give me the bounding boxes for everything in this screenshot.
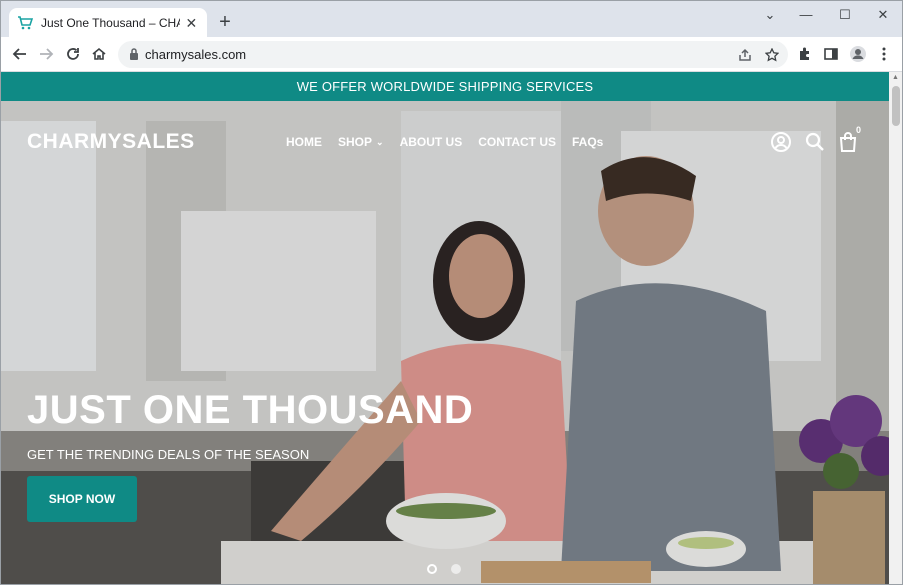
nav-shop[interactable]: SHOP ⌄: [338, 135, 384, 149]
browser-toolbar: charmysales.com: [1, 37, 902, 72]
url-text[interactable]: charmysales.com: [145, 47, 246, 62]
tab-strip: Just One Thousand – CHARMYSALES ✕ + ⌄ — …: [1, 1, 902, 37]
web-page: WE OFFER WORLDWIDE SHIPPING SERVICES CHA…: [1, 72, 889, 584]
browser-window: Just One Thousand – CHARMYSALES ✕ + ⌄ — …: [0, 0, 903, 585]
reload-icon[interactable]: [61, 42, 85, 66]
nav-home[interactable]: HOME: [286, 135, 322, 149]
main-nav: HOME SHOP ⌄ ABOUT US CONTACT US FAQs: [286, 135, 603, 149]
tab-close-icon[interactable]: ✕: [184, 15, 199, 31]
forward-icon[interactable]: [34, 42, 58, 66]
extensions-icon[interactable]: [793, 42, 817, 66]
tab-title: Just One Thousand – CHARMYSALES: [41, 15, 180, 30]
minimize-button[interactable]: —: [791, 5, 821, 25]
side-panel-icon[interactable]: [819, 42, 843, 66]
slider-dots: [427, 564, 461, 574]
cart-count-badge: 0: [856, 125, 862, 135]
site-logo[interactable]: CHARMYSALES: [27, 130, 195, 154]
slide-dot-1[interactable]: [427, 564, 437, 574]
nav-about[interactable]: ABOUT US: [400, 135, 463, 149]
account-icon[interactable]: [770, 131, 792, 153]
close-window-button[interactable]: ✕: [868, 5, 898, 25]
announcement-bar: WE OFFER WORLDWIDE SHIPPING SERVICES: [1, 72, 889, 101]
hero-banner: CHARMYSALES HOME SHOP ⌄ ABOUT US CONTACT …: [1, 101, 889, 584]
share-icon[interactable]: [735, 45, 755, 65]
browser-menu-icon[interactable]: [872, 42, 896, 66]
scroll-up-arrow-icon[interactable]: ▲: [892, 74, 899, 81]
profile-icon[interactable]: [846, 42, 870, 66]
nav-contact[interactable]: CONTACT US: [478, 135, 556, 149]
address-bar[interactable]: charmysales.com: [118, 41, 788, 68]
shop-now-button[interactable]: SHOP NOW: [27, 476, 137, 522]
slide-dot-2[interactable]: [451, 564, 461, 574]
nav-faqs[interactable]: FAQs: [572, 135, 603, 149]
tab-search-icon[interactable]: ⌄: [755, 5, 785, 25]
hero-title: JUST ONE THOUSAND: [27, 388, 474, 432]
bookmark-star-icon[interactable]: [762, 45, 782, 65]
hero-subtitle: GET THE TRENDING DEALS OF THE SEASON: [27, 447, 310, 462]
maximize-button[interactable]: ☐: [830, 5, 860, 25]
back-icon[interactable]: [8, 42, 32, 66]
lock-icon[interactable]: [128, 47, 140, 61]
chevron-down-icon: ⌄: [376, 136, 384, 147]
new-tab-button[interactable]: +: [213, 11, 237, 35]
page-scrollbar[interactable]: ▲: [889, 72, 902, 584]
search-icon[interactable]: [804, 131, 826, 153]
scroll-thumb[interactable]: [892, 86, 900, 126]
cart-favicon-icon: [17, 15, 34, 31]
home-icon[interactable]: [87, 42, 111, 66]
browser-tab[interactable]: Just One Thousand – CHARMYSALES ✕: [9, 8, 207, 37]
